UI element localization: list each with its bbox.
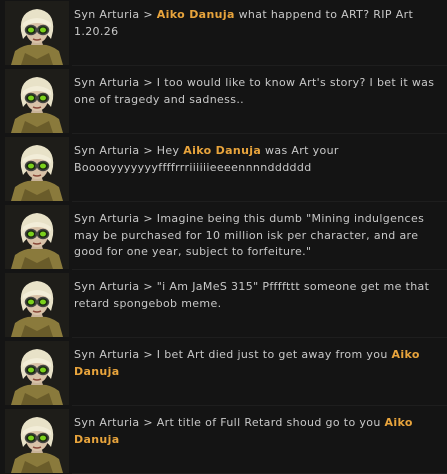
- chat-log: Syn Arturia > Aiko Danuja what happend t…: [0, 0, 447, 474]
- character-portrait-icon[interactable]: [5, 273, 69, 337]
- message-body: I bet Art died just to get away from you: [156, 348, 392, 361]
- sender-separator: >: [143, 144, 153, 157]
- character-portrait-icon[interactable]: [5, 137, 69, 201]
- message-text: Syn Arturia > "i Am JaMeS 315" Pffffttt …: [74, 279, 444, 312]
- message-text: Syn Arturia > I bet Art died just to get…: [74, 347, 444, 380]
- chat-message: Syn Arturia > "i Am JaMeS 315" Pffffttt …: [0, 272, 447, 338]
- character-portrait-icon[interactable]: [5, 205, 69, 269]
- mentioned-name[interactable]: Aiko Danuja: [157, 8, 235, 21]
- message-text: Syn Arturia > I too would like to know A…: [74, 75, 444, 108]
- chat-message: Syn Arturia > Hey Aiko Danuja was Art yo…: [0, 136, 447, 202]
- chat-message: Syn Arturia > I too would like to know A…: [0, 68, 447, 134]
- sender-separator: >: [143, 76, 153, 89]
- message-text: Syn Arturia > Aiko Danuja what happend t…: [74, 7, 444, 40]
- character-portrait-icon[interactable]: [5, 409, 69, 473]
- sender-name[interactable]: Syn Arturia: [74, 8, 139, 21]
- character-portrait-icon[interactable]: [5, 1, 69, 65]
- character-portrait-icon[interactable]: [5, 341, 69, 405]
- sender-separator: >: [143, 348, 153, 361]
- chat-message: Syn Arturia > Art title of Full Retard s…: [0, 408, 447, 474]
- sender-name[interactable]: Syn Arturia: [74, 212, 139, 225]
- sender-name[interactable]: Syn Arturia: [74, 144, 139, 157]
- message-text: Syn Arturia > Hey Aiko Danuja was Art yo…: [74, 143, 444, 176]
- chat-message: Syn Arturia > Imagine being this dumb "M…: [0, 204, 447, 270]
- message-body: Art title of Full Retard shoud go to you: [156, 416, 385, 429]
- chat-message: Syn Arturia > Aiko Danuja what happend t…: [0, 0, 447, 66]
- sender-name[interactable]: Syn Arturia: [74, 76, 139, 89]
- sender-name[interactable]: Syn Arturia: [74, 348, 139, 361]
- sender-separator: >: [143, 416, 153, 429]
- message-text: Syn Arturia > Art title of Full Retard s…: [74, 415, 444, 448]
- sender-name[interactable]: Syn Arturia: [74, 280, 139, 293]
- sender-separator: >: [143, 8, 153, 21]
- sender-name[interactable]: Syn Arturia: [74, 416, 139, 429]
- character-portrait-icon[interactable]: [5, 69, 69, 133]
- chat-message: Syn Arturia > I bet Art died just to get…: [0, 340, 447, 406]
- message-text: Syn Arturia > Imagine being this dumb "M…: [74, 211, 444, 261]
- message-body: Hey: [156, 144, 184, 157]
- sender-separator: >: [143, 212, 153, 225]
- sender-separator: >: [143, 280, 153, 293]
- mentioned-name[interactable]: Aiko Danuja: [183, 144, 261, 157]
